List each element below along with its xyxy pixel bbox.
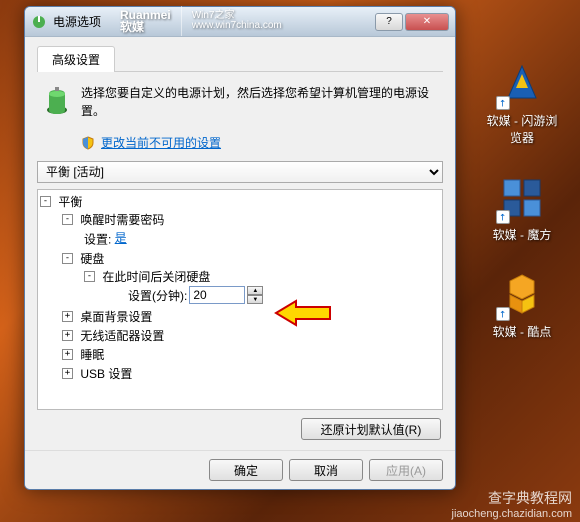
spinner-up-button[interactable]: ▲ [247, 286, 263, 295]
tab-advanced[interactable]: 高级设置 [37, 46, 115, 72]
info-row: 选择您要自定义的电源计划，然后选择您希望计算机管理的电源设置。 [37, 72, 443, 132]
tree-expand-icon[interactable]: + [62, 311, 73, 322]
tree-disk[interactable]: 硬盘 [80, 252, 104, 266]
brand2-sub: www.win7china.com [192, 21, 282, 31]
watermark-site-url: jiaocheng.chazidian.com [452, 508, 572, 520]
help-button[interactable]: ? [375, 13, 403, 31]
ok-button[interactable]: 确定 [209, 459, 283, 481]
power-plan-select[interactable]: 平衡 [活动] [37, 161, 443, 183]
tree-wireless[interactable]: 无线适配器设置 [80, 329, 164, 343]
tree-usb[interactable]: USB 设置 [80, 367, 132, 381]
wake-setting-label: 设置: [84, 232, 115, 246]
power-icon [31, 14, 47, 30]
desktop-icon-browser[interactable]: 软媒 - 闪游浏览器 [484, 60, 560, 146]
tree-collapse-icon[interactable]: - [40, 196, 51, 207]
power-options-dialog: 电源选项 ? ✕ 高级设置 选择您要自定义的电源计划，然后选择您希望计算机管理的… [24, 6, 456, 490]
watermark-site-name: 查字典教程网 [452, 488, 572, 508]
info-text: 选择您要自定义的电源计划，然后选择您希望计算机管理的电源设置。 [81, 84, 439, 120]
desktop-icon-label: 软媒 - 酷点 [493, 323, 552, 340]
tree-collapse-icon[interactable]: - [62, 214, 73, 225]
tree-wake[interactable]: 唤醒时需要密码 [80, 213, 164, 227]
desktop-icons: 软媒 - 闪游浏览器 软媒 - 魔方 软媒 - 酷点 [484, 60, 560, 340]
wake-setting-value[interactable]: 是 [115, 231, 127, 245]
tree-expand-icon[interactable]: + [62, 330, 73, 341]
desktop-icon-label: 软媒 - 闪游浏览器 [484, 112, 560, 146]
dialog-body: 高级设置 选择您要自定义的电源计划，然后选择您希望计算机管理的电源设置。 更改当… [25, 37, 455, 450]
shortcut-badge-icon [496, 307, 510, 321]
watermark-divider [181, 6, 182, 36]
link-row: 更改当前不可用的设置 [37, 132, 443, 161]
brand1-sub: 软媒 [120, 21, 171, 33]
tree-expand-icon[interactable]: + [62, 368, 73, 379]
tree-collapse-icon[interactable]: - [84, 271, 95, 282]
tree-collapse-icon[interactable]: - [62, 253, 73, 264]
desktop-icon-cube[interactable]: 软媒 - 魔方 [484, 174, 560, 243]
spinner-down-button[interactable]: ▼ [247, 295, 263, 304]
dialog-buttons: 确定 取消 应用(A) [25, 450, 455, 489]
tree-desktop-bg[interactable]: 桌面背景设置 [80, 310, 152, 324]
desktop-icon-label: 软媒 - 魔方 [493, 226, 552, 243]
shortcut-badge-icon [496, 96, 510, 110]
tree-root[interactable]: 平衡 [58, 195, 82, 209]
restore-defaults-button[interactable]: 还原计划默认值(R) [301, 418, 441, 440]
desktop-icon-hex[interactable]: 软媒 - 酷点 [484, 271, 560, 340]
battery-icon [41, 84, 73, 116]
tree-disk-off[interactable]: 在此时间后关闭硬盘 [102, 270, 210, 284]
shortcut-badge-icon [496, 210, 510, 224]
shield-icon [81, 136, 95, 150]
window-controls: ? ✕ [375, 13, 449, 31]
change-unavailable-link[interactable]: 更改当前不可用的设置 [101, 134, 221, 151]
disk-timeout-input[interactable] [189, 286, 245, 304]
watermark-top: Ruanmei软媒 Win7之家www.win7china.com [120, 6, 282, 36]
close-button[interactable]: ✕ [405, 13, 449, 31]
tab-strip: 高级设置 [37, 45, 443, 72]
restore-row: 还原计划默认值(R) [37, 410, 443, 442]
tree-sleep[interactable]: 睡眠 [80, 348, 104, 362]
cancel-button[interactable]: 取消 [289, 459, 363, 481]
disk-setting-label: 设置(分钟): [128, 287, 187, 304]
tree-expand-icon[interactable]: + [62, 349, 73, 360]
annotation-arrow-icon [274, 298, 334, 328]
apply-button[interactable]: 应用(A) [369, 459, 443, 481]
watermark-bottom: 查字典教程网 jiaocheng.chazidian.com [452, 488, 572, 520]
settings-tree[interactable]: - 平衡 - 唤醒时需要密码 设置: 是 [37, 189, 443, 410]
